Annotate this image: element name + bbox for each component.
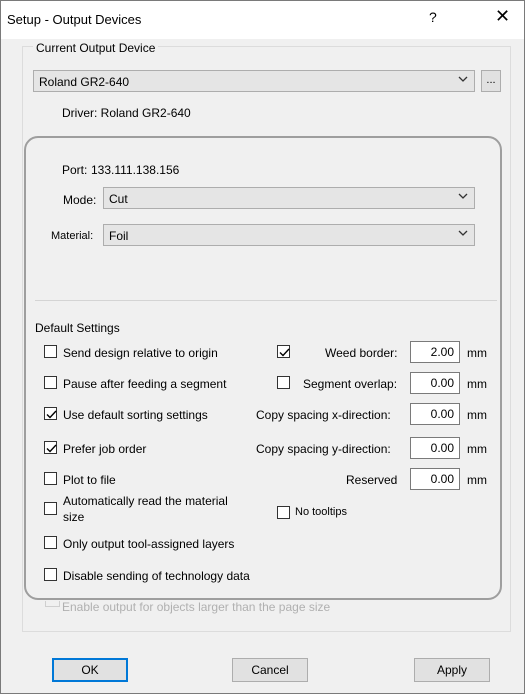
use-default-sorting-label: Use default sorting settings bbox=[63, 408, 208, 422]
mode-select[interactable]: Cut bbox=[103, 187, 475, 209]
driver-text: Driver: Roland GR2-640 bbox=[62, 106, 191, 120]
auto-read-material-label: Automatically read the material bbox=[63, 494, 228, 508]
section-divider bbox=[35, 300, 497, 301]
apply-button[interactable]: Apply bbox=[414, 658, 490, 682]
close-button[interactable]: ✕ bbox=[495, 7, 510, 25]
more-button[interactable]: ... bbox=[481, 70, 501, 92]
port-label: Port: bbox=[62, 163, 88, 177]
prefer-job-order-checkbox[interactable] bbox=[44, 441, 57, 454]
send-relative-origin-label: Send design relative to origin bbox=[63, 346, 218, 360]
pause-after-segment-checkbox[interactable] bbox=[44, 376, 57, 389]
disable-technology-data-checkbox[interactable] bbox=[44, 568, 57, 581]
weed-border-unit: mm bbox=[467, 346, 487, 360]
plot-to-file-checkbox[interactable] bbox=[44, 472, 57, 485]
use-default-sorting-checkbox[interactable] bbox=[44, 407, 57, 420]
prefer-job-order-label: Prefer job order bbox=[63, 442, 147, 456]
weed-border-input[interactable]: 2.00 bbox=[410, 341, 460, 363]
window-title: Setup - Output Devices bbox=[7, 12, 142, 27]
no-tooltips-checkbox[interactable] bbox=[277, 506, 290, 519]
copy-spacing-x-unit: mm bbox=[467, 408, 487, 422]
material-select-value: Foil bbox=[109, 229, 129, 243]
segment-overlap-label: Segment overlap: bbox=[303, 377, 398, 391]
segment-overlap-unit: mm bbox=[467, 377, 487, 391]
mode-label: Mode: bbox=[63, 193, 97, 207]
checkmark-icon bbox=[46, 410, 57, 419]
disable-technology-data-label: Disable sending of technology data bbox=[63, 569, 250, 583]
copy-spacing-y-label: Copy spacing y-direction: bbox=[256, 442, 391, 456]
port-value: 133.111.138.156 bbox=[91, 163, 180, 177]
help-button[interactable]: ? bbox=[429, 9, 437, 25]
material-label: Material: bbox=[51, 230, 94, 242]
device-select-value: Roland GR2-640 bbox=[39, 75, 130, 89]
current-device-group-label: Current Output Device bbox=[33, 41, 159, 55]
reserved-unit: mm bbox=[467, 473, 487, 487]
copy-spacing-x-input[interactable]: 0.00 bbox=[410, 403, 460, 425]
copy-spacing-x-label: Copy spacing x-direction: bbox=[256, 408, 391, 422]
cancel-button[interactable]: Cancel bbox=[232, 658, 308, 682]
weed-border-checkbox[interactable] bbox=[277, 345, 290, 358]
chevron-down-icon bbox=[458, 193, 468, 199]
copy-spacing-y-unit: mm bbox=[467, 442, 487, 456]
checkmark-icon bbox=[279, 348, 290, 357]
plot-to-file-label: Plot to file bbox=[63, 473, 116, 487]
send-relative-origin-checkbox[interactable] bbox=[44, 345, 57, 358]
only-tool-layers-checkbox[interactable] bbox=[44, 536, 57, 549]
mode-select-value: Cut bbox=[109, 192, 128, 206]
checkmark-icon bbox=[46, 444, 57, 453]
obscured-checkbox bbox=[45, 601, 60, 607]
reserved-input[interactable]: 0.00 bbox=[410, 468, 460, 490]
chevron-down-icon bbox=[458, 230, 468, 236]
title-bar: Setup - Output Devices ? ✕ bbox=[1, 1, 524, 39]
weed-border-label: Weed border: bbox=[325, 346, 398, 360]
chevron-down-icon bbox=[458, 76, 468, 82]
material-select[interactable]: Foil bbox=[103, 224, 475, 246]
reserved-label: Reserved bbox=[346, 473, 398, 487]
segment-overlap-checkbox[interactable] bbox=[277, 376, 290, 389]
only-tool-layers-label: Only output tool-assigned layers bbox=[63, 537, 235, 551]
auto-read-material-label-line2: size bbox=[63, 510, 85, 524]
no-tooltips-label: No tooltips bbox=[295, 506, 347, 518]
obscured-option-label: Enable output for objects larger than th… bbox=[62, 600, 331, 614]
copy-spacing-y-input[interactable]: 0.00 bbox=[410, 437, 460, 459]
auto-read-material-checkbox[interactable] bbox=[44, 502, 57, 515]
ok-button[interactable]: OK bbox=[52, 658, 128, 682]
pause-after-segment-label: Pause after feeding a segment bbox=[63, 377, 227, 391]
segment-overlap-input[interactable]: 0.00 bbox=[410, 372, 460, 394]
default-settings-label: Default Settings bbox=[35, 321, 120, 335]
device-select[interactable]: Roland GR2-640 bbox=[33, 70, 475, 92]
